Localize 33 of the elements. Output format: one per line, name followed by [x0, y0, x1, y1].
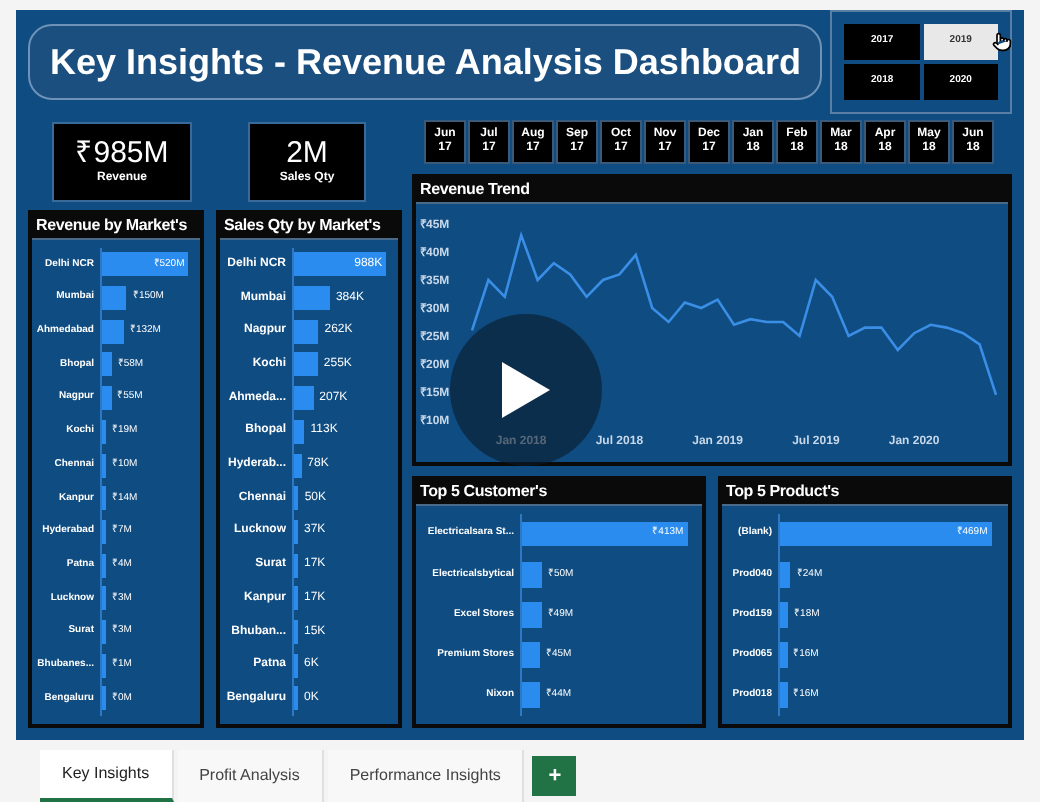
bar: [294, 486, 299, 511]
play-icon: [502, 362, 550, 418]
kpi-value: 2M: [286, 136, 328, 170]
bar: [294, 319, 319, 344]
bar: [294, 286, 330, 311]
bar: [294, 453, 302, 478]
panel-title: Revenue by Market's: [34, 214, 189, 238]
bar: [102, 319, 124, 344]
sheet-tab[interactable]: Profit Analysis: [177, 750, 324, 802]
bar: [102, 386, 112, 411]
panel-title: Top 5 Product's: [724, 480, 842, 504]
bar: [102, 286, 127, 311]
bar: [780, 561, 791, 588]
bar: [522, 561, 542, 588]
bar: [780, 602, 789, 628]
kpi-value: ₹985M: [75, 136, 169, 170]
bar: [522, 682, 540, 709]
dashboard-title: Key Insights - Revenue Analysis Dashboard: [28, 24, 823, 100]
add-sheet-button[interactable]: +: [532, 756, 577, 796]
bar: [102, 352, 112, 377]
sheet-tab[interactable]: Performance Insights: [327, 750, 525, 802]
panel-title: Revenue Trend: [418, 178, 532, 202]
bar: [780, 642, 788, 669]
bar: [294, 386, 314, 411]
bar: [522, 642, 540, 669]
panel-title: Sales Qty by Market's: [222, 214, 383, 238]
panel-title: Top 5 Customer's: [418, 480, 549, 504]
bar: [294, 419, 305, 444]
hand-cursor-icon: [992, 32, 1013, 52]
sheet-tab[interactable]: Key Insights: [40, 750, 174, 802]
bar: [780, 682, 788, 709]
bar: [294, 352, 318, 377]
bar: [522, 602, 542, 628]
